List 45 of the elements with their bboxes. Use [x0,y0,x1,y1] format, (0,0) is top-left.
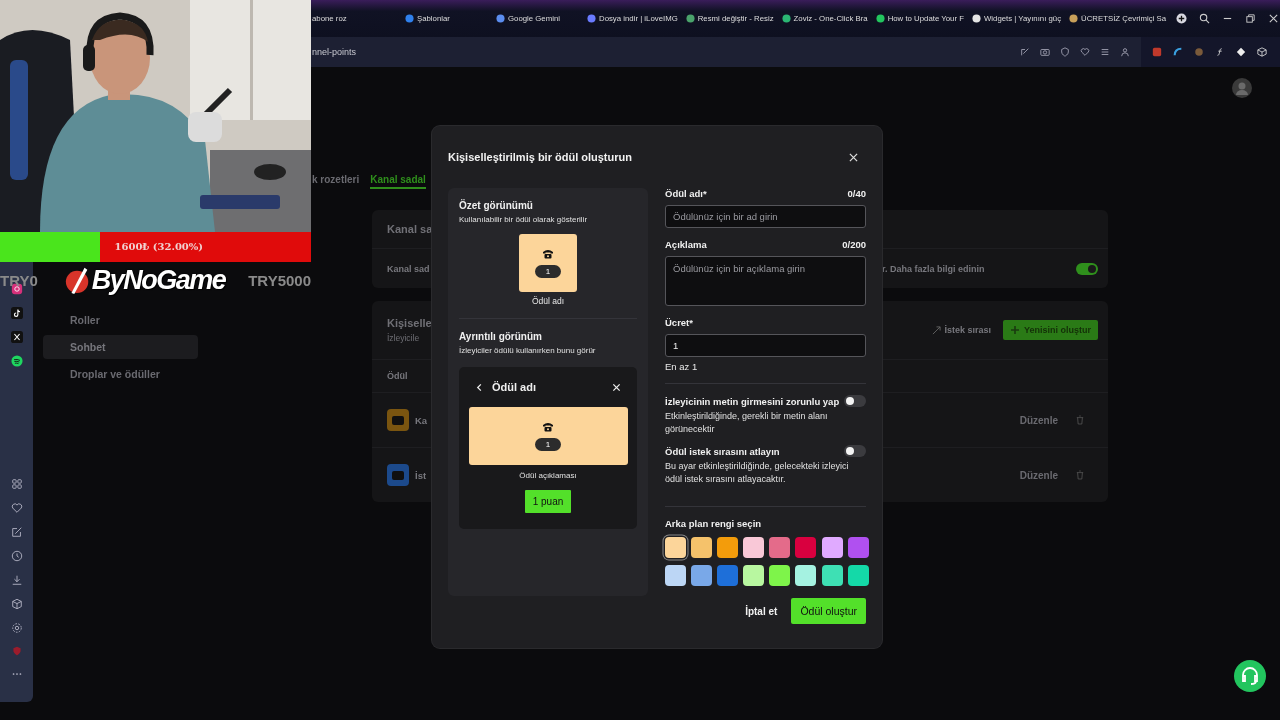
section-subtitle: İzleyiciler ödülü kullanırken bunu görür [459,346,597,355]
cost-input-field[interactable]: 1 [665,334,866,357]
character-count: 0/200 [842,239,866,250]
nav-item[interactable]: Droplar ve ödüller [43,362,198,386]
progress-label: 1600₺ (32.00%) [113,240,204,254]
cancel-button[interactable]: İptal et [745,605,778,617]
queue-button[interactable]: İstek sırası [932,325,991,335]
toggle-label: İzleyicinin metin girmesini zorunlu yap [665,395,840,407]
page-tab[interactable]: Kanal sadal [370,170,426,189]
card-title: Kişiselle [387,317,432,329]
reward-name: Ödül adı [531,296,565,306]
toggle-description: Bu ayar etkinleştirildiğinde, gelecekteki izleyici ödül istek sırasını atlayacaktır. [665,460,850,486]
address-text[interactable]: nnel-points [312,47,357,57]
field-label: Açıklama [665,239,707,250]
create-reward-button[interactable]: Ödül oluştur [791,598,866,624]
goal-max-label: TRY5000 [248,271,311,289]
reward-name: Ödül adı [492,381,537,393]
setting-text: r. Daha fazla bilgi edinin [882,263,985,274]
dialog-title: Kişiselleştirilmiş bir ödül oluşturun [448,151,632,163]
points-button[interactable]: 1 puan [524,490,572,513]
description-field[interactable]: Ödülünüz için bir açıklama girin [665,256,866,306]
name-input-field[interactable]: Ödülünüz için bir ad girin [665,205,866,228]
section-title: Özet görünümü [459,200,534,211]
section-subtitle: Kullanılabilir bir ödül olarak gösterilir [459,215,589,224]
field-hint: En az 1 [665,361,699,372]
cost-badge: 1 [535,437,561,451]
section-title: Ayrıntılı görünüm [459,331,543,342]
page-tab[interactable]: k rozetleri [312,170,360,189]
nav-item[interactable]: Sohbet [43,335,198,359]
cost-badge: 1 [535,264,561,278]
field-label: Ücret* [665,317,693,328]
goal-min-label: TRY0 [0,271,38,289]
toggle-description: Etkinleştirildiğinde, gerekli bir metin alanı görünecektir [665,410,829,436]
toggle-label: Ödül istek sırasını atlayın [665,445,780,457]
column-header: Ödül [387,371,408,381]
reward-name: Ka [415,414,428,426]
reward-description: Ödül açıklaması [519,471,577,480]
setting-text: Kanal sad [387,263,430,274]
nav-item[interactable]: Roller [43,308,198,332]
card-subtitle: İzleyicile [387,333,420,343]
field-label: Ödül adı* [665,188,707,199]
logo-text: ByNoGame [91,264,226,296]
character-count: 0/40 [847,188,866,199]
reward-name: İst [415,469,427,481]
field-label: Arka plan rengi seçin [665,518,763,529]
